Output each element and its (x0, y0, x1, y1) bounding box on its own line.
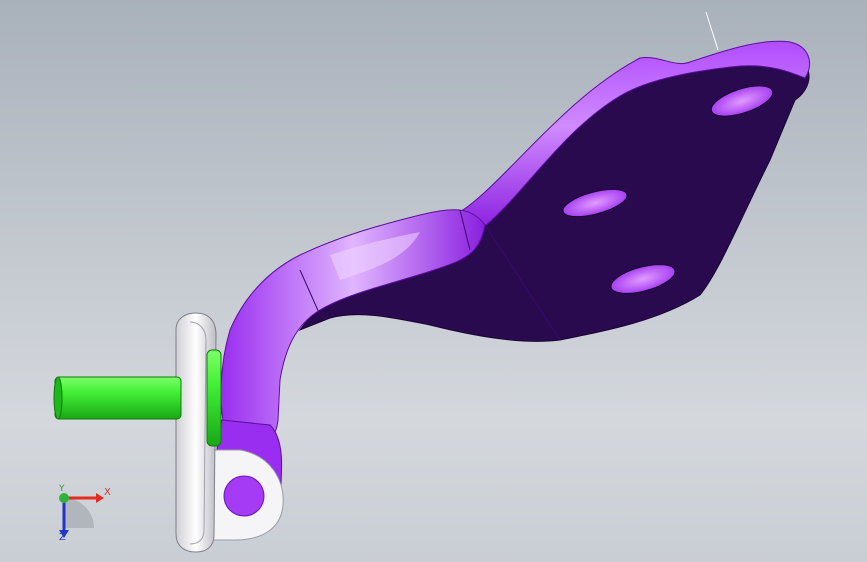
hinge-hole[interactable] (223, 475, 265, 517)
graphics-viewport[interactable]: X Y Z (0, 0, 867, 562)
leader-line (705, 11, 719, 51)
triad-z-label: Z (59, 532, 66, 543)
triad-y-label: Y (59, 484, 65, 494)
hinge-bracket-model[interactable] (0, 0, 867, 562)
hinge-pin-end (53, 376, 63, 420)
coordinate-triad: X Y Z (40, 480, 120, 550)
bushing-ring[interactable] (206, 349, 222, 447)
hinge-pin[interactable] (54, 376, 182, 420)
triad-x-label: X (104, 487, 111, 498)
